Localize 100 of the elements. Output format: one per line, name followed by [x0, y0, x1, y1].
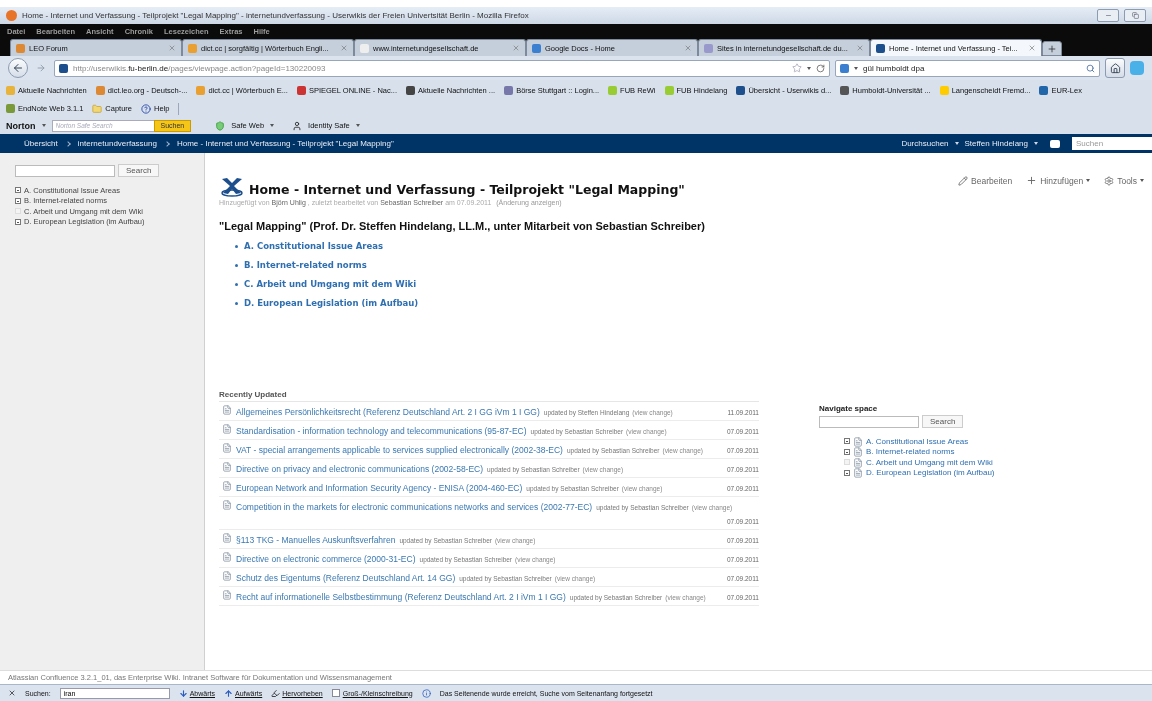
expand-icon[interactable] [844, 438, 850, 445]
web-search-field[interactable]: gül humboldt dpa [835, 59, 1100, 77]
site-icon [296, 85, 306, 95]
site-icon [360, 43, 369, 53]
back-arrow-icon [12, 62, 24, 74]
page-link[interactable]: §113 TKG - Manuelles Auskunftsverfahren [236, 535, 396, 545]
page-link[interactable]: Directive on electronic commerce (2000-31-EC) [236, 554, 416, 564]
expand-icon[interactable] [15, 197, 21, 204]
site-icon [736, 85, 746, 95]
address-field[interactable]: http://userwikis.fu-berlin.de/pages/viewpage.action?pageId=130220093 [54, 59, 830, 77]
page-icon [853, 436, 863, 447]
tree-item[interactable]: B. Internet-related norms [866, 447, 955, 457]
reload-icon[interactable] [816, 63, 825, 73]
page-link[interactable]: B. Internet-related norms [244, 260, 367, 270]
addon-icon[interactable] [1130, 61, 1144, 75]
site-icon [504, 85, 514, 95]
window-title: Home - Internet und Verfassung - Teilprojekt "Legal Mapping" - internetundverfassung - Userwikis der Freien Univertsität Berlin - Mozilla Firefox [22, 11, 529, 20]
page-link[interactable]: A. Constitutional Issue Areas [244, 241, 384, 251]
wiki-search-field[interactable]: Suchen [1072, 137, 1152, 150]
logo-icon [219, 177, 245, 197]
user-menu[interactable]: Steffen Hindelang [964, 139, 1028, 148]
caret-icon [1034, 142, 1038, 145]
site-icon [16, 43, 25, 53]
match-case-checkbox[interactable] [331, 689, 340, 697]
tree-item[interactable]: C. Arbeit und Umgang mit dem Wiki [866, 457, 993, 467]
close-icon[interactable] [1028, 44, 1036, 52]
page-icon [222, 533, 232, 543]
restore-icon [1131, 12, 1139, 19]
tree-item[interactable]: A. Constitutional Issue Areas [866, 436, 969, 446]
caret-icon [1140, 179, 1144, 182]
site-icon [188, 43, 197, 53]
add-action[interactable]: Hinzufügen [1026, 175, 1091, 186]
edit-action[interactable]: Bearbeiten [958, 175, 1013, 186]
caret-icon [954, 142, 959, 145]
page-link[interactable]: Competition in the markets for electronic communications networks and services (2002-77-EC) [236, 502, 593, 512]
site-icon [664, 85, 674, 95]
page-icon [222, 571, 232, 581]
folder-icon [6, 85, 15, 95]
expand-icon[interactable] [15, 218, 21, 225]
page-link[interactable]: European Network and Information Security Agency - ENISA (2004-460-EC) [236, 483, 523, 493]
norton-menu[interactable]: Norton [6, 120, 36, 131]
browse-menu[interactable]: Durchsuchen [901, 139, 949, 148]
down-arrow-icon [178, 688, 188, 698]
panel-icon[interactable] [1050, 139, 1060, 148]
browser-logo-icon [6, 10, 17, 21]
search-engine-icon [840, 63, 849, 73]
page-icon [222, 424, 232, 434]
search-field[interactable] [819, 415, 919, 428]
star-icon[interactable] [792, 63, 802, 73]
search-button[interactable]: Search [922, 415, 964, 428]
breadcrumb-link[interactable]: internetundverfassung [77, 139, 157, 148]
breadcrumb-link[interactable]: Home - Internet und Verfassung - Teilprojekt "Legal Mapping" [176, 139, 394, 148]
tools-action[interactable]: Tools [1104, 175, 1144, 186]
page-link[interactable]: Recht auf informationelle Selbstbestimmung (Referenz Deutschland Art. 2 I iVm 1 I GG) [236, 592, 566, 602]
page-link[interactable]: Allgemeines Persönlichkeitsrecht (Referenz Deutschland Art. 2 I GG iVm 1 I GG) [236, 407, 540, 417]
site-icon [704, 43, 713, 53]
caret-icon[interactable] [854, 66, 858, 70]
caret-icon [270, 124, 275, 127]
site-icon [59, 63, 68, 73]
info-icon [421, 688, 431, 698]
caret-icon[interactable] [807, 66, 811, 70]
page-link[interactable]: Directive on privacy and electronic communications (2002-58-EC) [236, 464, 484, 474]
search-button[interactable]: Search [118, 164, 160, 177]
pencil-icon [958, 175, 968, 186]
search-field[interactable] [15, 164, 115, 177]
shield-icon [215, 120, 226, 131]
tree-item[interactable]: D. European Legislation (im Aufbau) [866, 468, 995, 478]
site-icon [406, 85, 415, 95]
page-link[interactable]: D. European Legislation (im Aufbau) [244, 298, 419, 308]
up-arrow-icon [224, 688, 233, 698]
site-icon [532, 43, 541, 53]
site-icon [1039, 85, 1049, 95]
minimize-button[interactable] [1097, 9, 1119, 22]
restore-button[interactable] [1124, 9, 1146, 22]
caret-icon [41, 124, 46, 127]
page-icon [222, 500, 232, 510]
site-icon [840, 85, 850, 95]
help-icon [141, 103, 151, 114]
breadcrumb-link[interactable]: Übersicht [24, 139, 58, 148]
page-icon [853, 457, 863, 468]
search-icon[interactable] [1086, 63, 1095, 73]
close-icon[interactable] [8, 689, 16, 697]
forward-arrow-icon [36, 63, 46, 73]
page-link[interactable]: C. Arbeit und Umgang mit dem Wiki [244, 279, 417, 289]
page-link[interactable]: Schutz des Eigentums (Referenz Deutschland Art. 14 GG) [236, 573, 456, 583]
expand-icon[interactable] [844, 469, 850, 476]
expand-icon[interactable] [844, 448, 850, 455]
minimize-icon [1104, 12, 1112, 19]
endnote-icon [6, 104, 15, 113]
page-link[interactable]: VAT - special arrangements applicable to services supplied electronically (2002-38-EC) [236, 445, 563, 455]
bullet-icon [235, 282, 238, 286]
page-icon [222, 405, 232, 415]
back-button[interactable] [8, 58, 28, 78]
site-icon [196, 85, 206, 95]
home-button[interactable] [1105, 58, 1125, 78]
new-tab-button[interactable] [1042, 41, 1062, 56]
page-icon [853, 468, 863, 479]
plus-icon [1026, 175, 1038, 186]
page-link[interactable]: Standardisation - information technology and telecommunications (95-87-EC) [236, 426, 527, 436]
expand-icon[interactable] [15, 187, 21, 194]
